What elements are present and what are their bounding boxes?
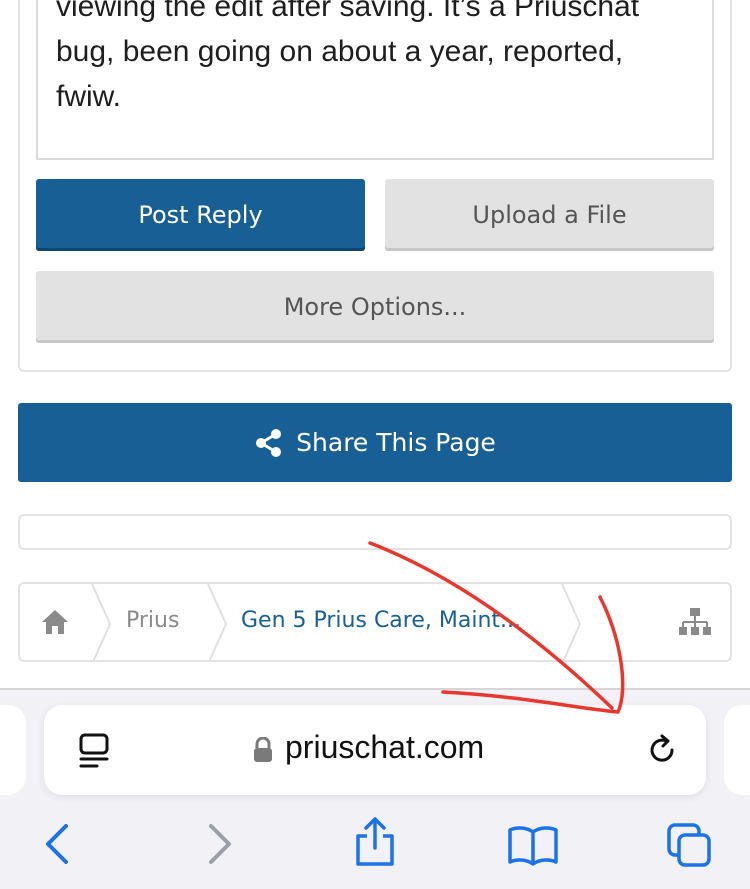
- editor-line: bug, been going on about a year, reporte…: [56, 35, 624, 68]
- share-sheet-icon[interactable]: [354, 816, 396, 868]
- breadcrumb-item-prius[interactable]: Prius: [126, 608, 179, 633]
- tabs-icon[interactable]: [666, 822, 714, 868]
- breadcrumb-item-gen5-care[interactable]: Gen 5 Prius Care, Maint...: [241, 608, 521, 633]
- post-reply-button[interactable]: Post Reply: [36, 179, 365, 251]
- upload-file-button[interactable]: Upload a File: [385, 179, 714, 251]
- reply-editor-text: viewing the edit after saving. It’s a Pr…: [56, 0, 706, 119]
- breadcrumb-separator: [91, 584, 112, 660]
- reader-mode-icon[interactable]: [78, 733, 112, 769]
- bookmarks-icon[interactable]: [506, 824, 560, 866]
- share-page-button[interactable]: Share This Page: [18, 403, 732, 482]
- previous-tab-preview[interactable]: [0, 705, 26, 795]
- reply-editor[interactable]: viewing the edit after saving. It’s a Pr…: [36, 0, 714, 160]
- next-tab-preview[interactable]: [724, 705, 750, 795]
- lock-icon: [254, 737, 272, 762]
- editor-line: fwiw.: [56, 80, 122, 113]
- back-icon[interactable]: [42, 822, 72, 866]
- forward-icon[interactable]: [205, 822, 235, 866]
- reload-icon[interactable]: [645, 733, 679, 767]
- share-label: Share This Page: [296, 428, 496, 457]
- breadcrumb-separator: [207, 584, 228, 660]
- more-options-button[interactable]: More Options...: [36, 271, 714, 343]
- web-page: viewing the edit after saving. It’s a Pr…: [0, 0, 750, 690]
- url-text[interactable]: priuschat.com: [285, 729, 484, 766]
- breadcrumb: Prius Gen 5 Prius Care, Maint...: [18, 582, 732, 662]
- breadcrumb-separator: [561, 584, 582, 660]
- share-icon: [256, 428, 282, 457]
- sitemap-icon[interactable]: [678, 607, 712, 637]
- empty-panel: [18, 514, 732, 550]
- home-icon[interactable]: [40, 608, 70, 636]
- editor-line: viewing the edit after saving. It’s a Pr…: [56, 0, 640, 23]
